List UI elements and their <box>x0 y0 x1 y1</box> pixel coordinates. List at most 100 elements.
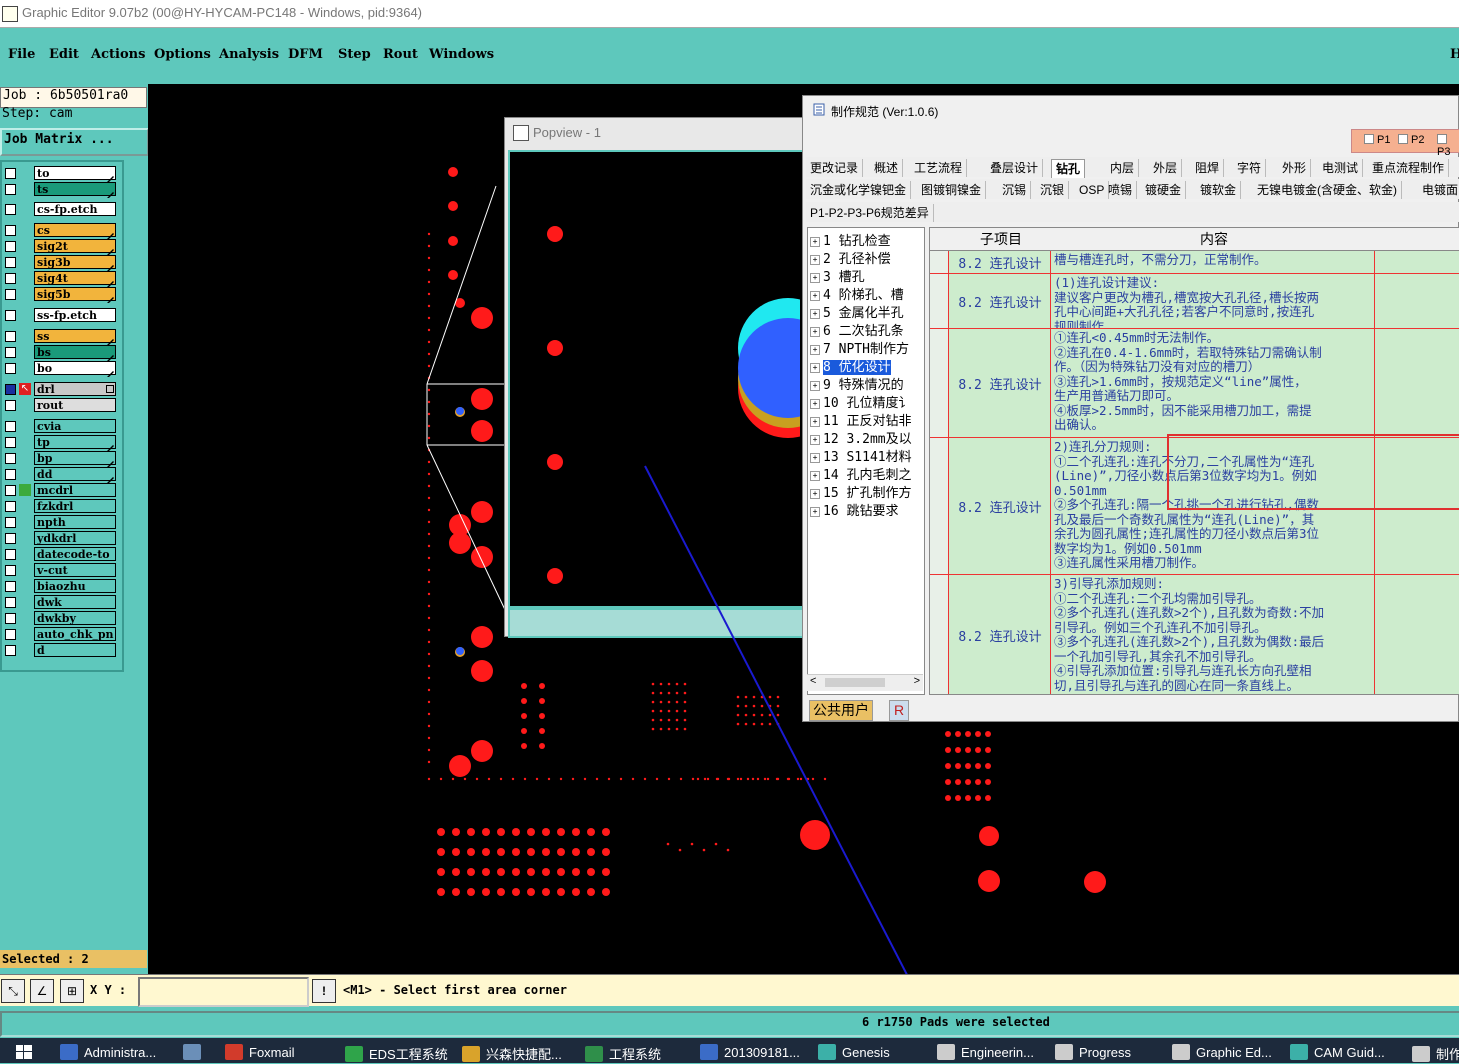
layer-name[interactable]: ss-fp.etch <box>34 308 116 322</box>
tree-item[interactable]: +15 扩孔制作方 <box>810 482 911 501</box>
layer-checkbox[interactable] <box>5 363 16 374</box>
xy-input[interactable] <box>138 977 309 1007</box>
pen-icon[interactable] <box>107 258 114 271</box>
menu-dfm[interactable]: DFM <box>288 47 323 62</box>
layer-row-cs[interactable]: cs <box>2 223 120 239</box>
layer-checkbox[interactable] <box>5 273 16 284</box>
layer-checkbox[interactable] <box>5 581 16 592</box>
layer-name[interactable]: cs-fp.etch <box>34 202 116 216</box>
menu-analysis[interactable]: Analysis <box>219 47 279 62</box>
pen-icon[interactable] <box>107 226 114 239</box>
tree-item[interactable]: +11 正反对钻非 <box>810 410 911 429</box>
layer-row-npth[interactable]: npth <box>2 515 120 530</box>
pen-icon[interactable] <box>107 454 114 467</box>
layer-name[interactable]: auto_chk_pn <box>34 627 116 641</box>
tab-r2-3[interactable]: 沉银 <box>1036 181 1070 199</box>
layer-row-ss[interactable]: ss <box>2 329 120 345</box>
tab-r1-1[interactable]: 概述 <box>870 159 904 177</box>
section-tree[interactable]: +1 钻孔检查 +2 孔径补偿 +3 槽孔 +4 阶梯孔、槽 +5 金属化半孔 +6 二次… <box>807 227 925 695</box>
layer-row-auto_chk_pn[interactable]: auto_chk_pn <box>2 627 120 642</box>
layer-name[interactable]: bp <box>34 451 116 465</box>
tree-horizontal-scrollbar[interactable]: < > <box>807 674 923 691</box>
layer-name[interactable]: dwk <box>34 595 116 609</box>
popview-window[interactable]: Popview - 1 <box>504 117 838 638</box>
layer-checkbox[interactable] <box>5 400 16 411</box>
layer-row-sig5b[interactable]: sig5b <box>2 287 120 303</box>
expand-icon[interactable]: + <box>810 381 820 391</box>
layer-name[interactable]: dd <box>34 467 116 481</box>
measure-icon[interactable]: ∠ <box>30 979 54 1003</box>
pen-icon[interactable] <box>107 364 114 377</box>
tab-r1-10[interactable]: 电测试 <box>1318 159 1364 177</box>
layer-row-dwkby[interactable]: dwkby <box>2 611 120 626</box>
tree-item[interactable]: +13 S1141材料 <box>810 446 912 465</box>
taskbar-item[interactable]: Genesis <box>818 1044 890 1060</box>
layer-checkbox[interactable] <box>5 347 16 358</box>
layer-row-dwk[interactable]: dwk <box>2 595 120 610</box>
tab-r1-8[interactable]: 字符 <box>1233 159 1267 177</box>
expand-icon[interactable]: + <box>810 255 820 265</box>
taskbar-item[interactable]: Engineerin... <box>937 1044 1034 1060</box>
menu-windows[interactable]: Windows <box>429 47 494 62</box>
row-selector[interactable] <box>930 274 949 328</box>
spec-window[interactable]: 制作规范 (Ver:1.0.6) P1 P2 P3 更改记录 概述 工艺流程 叠层设计… <box>802 95 1459 722</box>
layer-checkbox[interactable] <box>5 184 16 195</box>
taskbar-item[interactable]: 工程系统 <box>585 1044 661 1063</box>
grid-row[interactable]: 8.2 连孔设计 3)引导孔添加规则: ①二个孔连孔:二个孔均需加引导孔。 ②多个孔连… <box>930 575 1459 694</box>
layer-row-d[interactable]: d <box>2 643 120 658</box>
expand-icon[interactable]: + <box>810 417 820 427</box>
layer-name[interactable]: sig3b <box>34 255 116 269</box>
layer-row-bp[interactable]: bp <box>2 451 120 467</box>
row-selector[interactable] <box>930 575 949 694</box>
layer-name[interactable]: bo <box>34 361 116 375</box>
tab-r2-2[interactable]: 沉锡 <box>998 181 1032 199</box>
pen-icon[interactable] <box>107 185 114 198</box>
layer-checkbox[interactable] <box>5 421 16 432</box>
taskbar-item[interactable]: Progress <box>1055 1044 1131 1060</box>
pen-icon[interactable] <box>107 242 114 255</box>
tree-item[interactable]: +3 槽孔 <box>810 266 865 285</box>
layer-name[interactable]: sig2t <box>34 239 116 253</box>
layer-checkbox[interactable] <box>5 225 16 236</box>
pen-icon[interactable] <box>107 274 114 287</box>
expand-icon[interactable]: + <box>810 237 820 247</box>
tab-r1-11[interactable]: 重点流程制作 <box>1368 159 1450 177</box>
layer-row-sig3b[interactable]: sig3b <box>2 255 120 271</box>
expand-icon[interactable]: + <box>810 327 820 337</box>
expand-icon[interactable]: + <box>810 399 820 409</box>
layer-row-sig2t[interactable]: sig2t <box>2 239 120 255</box>
layer-checkbox[interactable] <box>5 501 16 512</box>
layer-checkbox[interactable] <box>5 241 16 252</box>
layer-name[interactable]: ss <box>34 329 116 343</box>
tree-item[interactable]: +16 跳钻要求 <box>810 500 898 519</box>
layer-checkbox[interactable] <box>5 289 16 300</box>
tab-r1-5[interactable]: 内层 <box>1106 159 1140 177</box>
expand-icon[interactable]: + <box>810 345 820 355</box>
scroll-right-icon[interactable]: > <box>914 675 920 687</box>
layer-row-cvia[interactable]: cvia <box>2 419 120 434</box>
tab-r2-5[interactable]: 喷锡 <box>1104 181 1138 199</box>
tree-item[interactable]: +2 孔径补偿 <box>810 248 891 267</box>
taskbar-item[interactable]: EDS工程系统 <box>345 1044 448 1063</box>
scroll-thumb[interactable] <box>825 678 885 687</box>
menu-rout[interactable]: Rout <box>383 47 418 62</box>
layer-row-datecode-to[interactable]: datecode-to <box>2 547 120 562</box>
layer-checkbox[interactable] <box>5 613 16 624</box>
layer-row-bs[interactable]: bs <box>2 345 120 361</box>
layer-row-ss-fp.etch[interactable]: ss-fp.etch <box>2 308 120 323</box>
layer-row-to[interactable]: to <box>2 166 120 182</box>
layer-row-sig4t[interactable]: sig4t <box>2 271 120 287</box>
layer-checkbox[interactable] <box>5 645 16 656</box>
menu-overflow[interactable]: H <box>1450 47 1459 62</box>
layer-row-bo[interactable]: bo <box>2 361 120 377</box>
layer-checkbox[interactable] <box>5 453 16 464</box>
tab-r2-7[interactable]: 镀软金 <box>1196 181 1242 199</box>
grid-row[interactable]: 8.2 连孔设计 (1)连孔设计建议: 建议客户更改为槽孔,槽宽按大孔孔径,槽长按… <box>930 274 1459 329</box>
tree-item[interactable]: +14 孔内毛刺之 <box>810 464 911 483</box>
menu-actions[interactable]: Actions <box>91 47 145 62</box>
layer-checkbox[interactable] <box>5 168 16 179</box>
windows-start-icon[interactable] <box>16 1045 32 1059</box>
menu-step[interactable]: Step <box>338 47 371 62</box>
taskbar-item[interactable]: CAM Guid... <box>1290 1044 1385 1060</box>
layer-name[interactable]: fzkdrl <box>34 499 116 513</box>
